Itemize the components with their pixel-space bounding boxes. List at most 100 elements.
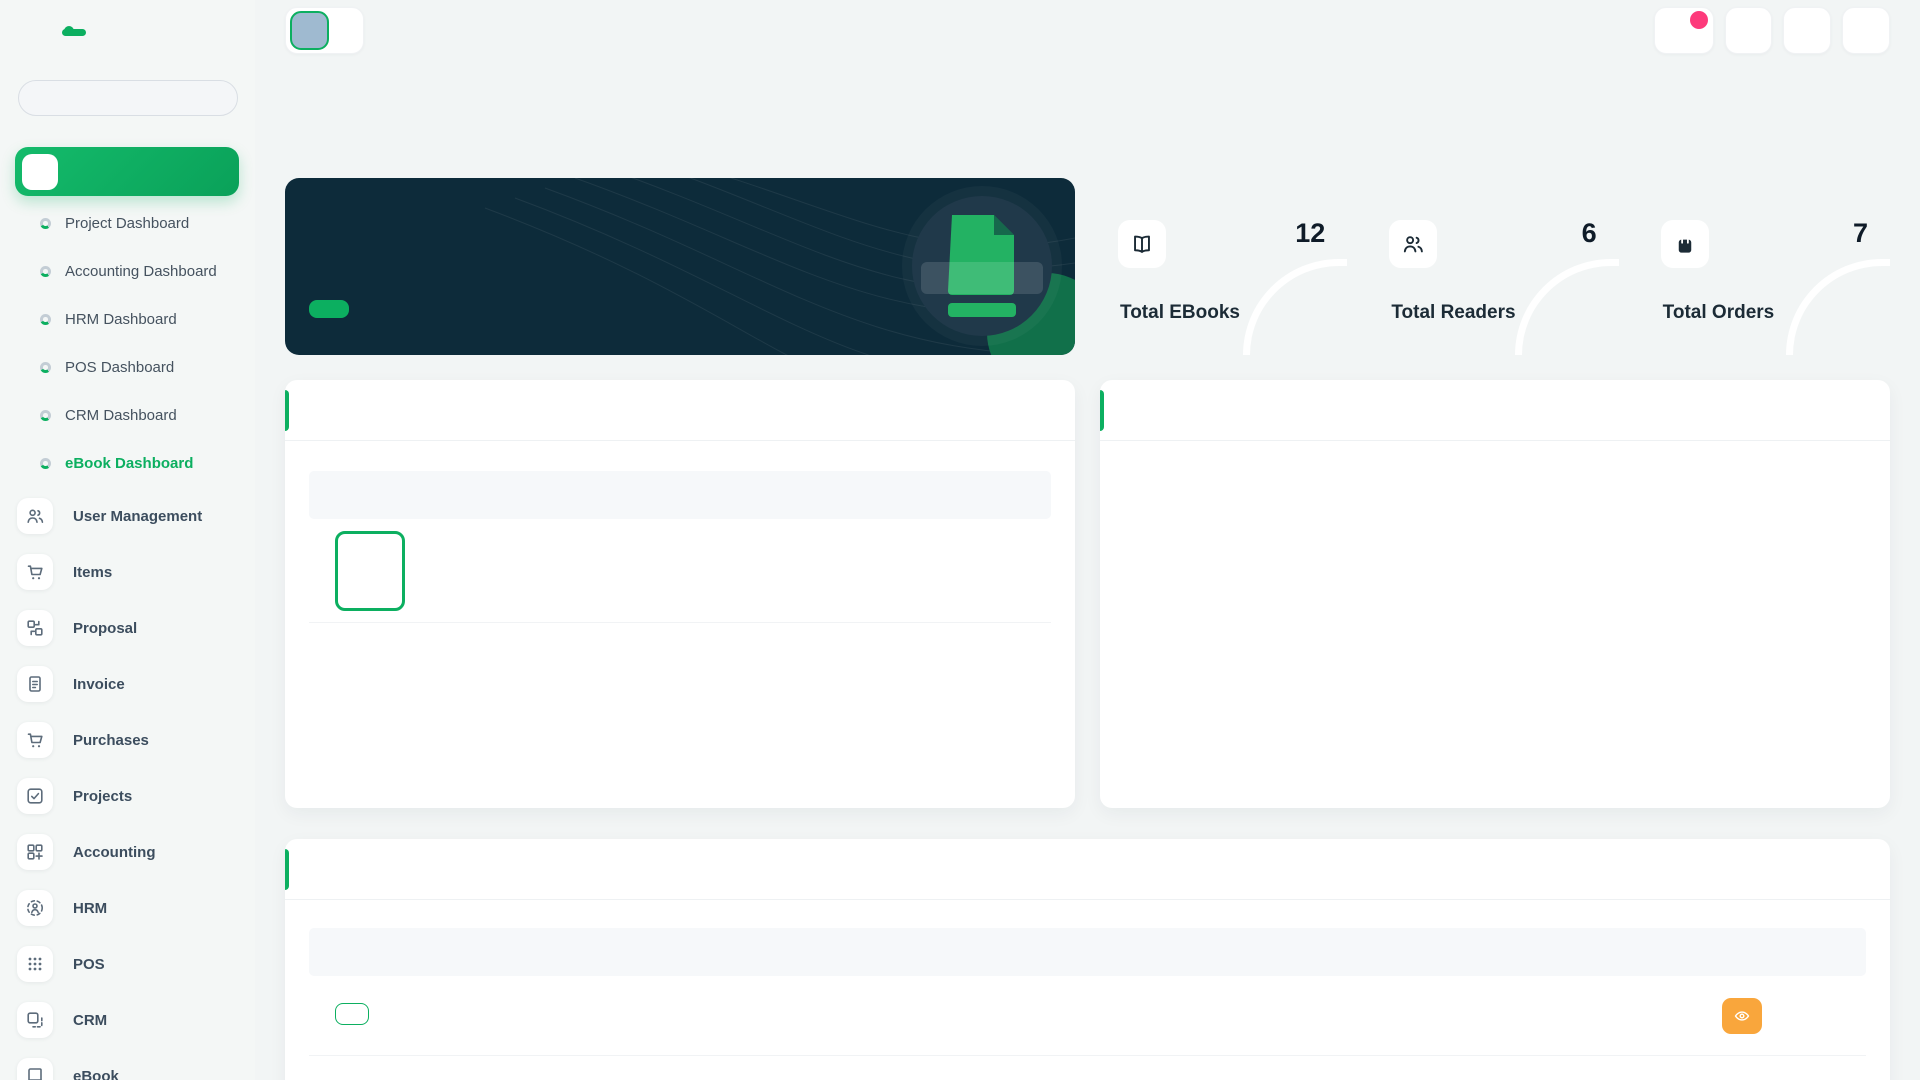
sidebar-item-label: Invoice (73, 676, 125, 693)
sidebar-item[interactable]: Purchases (0, 712, 255, 768)
crm-icon (17, 1002, 53, 1038)
sidebar-subitem[interactable]: eBook Dashboard (0, 439, 255, 487)
ebook-orders-chart-card (1100, 380, 1890, 808)
sidebar-subitem[interactable]: CRM Dashboard (0, 391, 255, 439)
sidebar-item-dashboard[interactable] (15, 147, 239, 196)
eye-icon (1733, 1007, 1751, 1025)
home-icon (22, 154, 58, 190)
stat-corner-shape (1786, 259, 1890, 355)
hrm-icon (17, 890, 53, 926)
sidebar-item[interactable]: POS (0, 936, 255, 992)
accent-bar (285, 390, 289, 431)
top-ebooks-card (285, 380, 1075, 808)
sidebar-subitem[interactable]: HRM Dashboard (0, 295, 255, 343)
workspace-selector[interactable] (285, 7, 364, 54)
sidebar-subitem-label: HRM Dashboard (65, 311, 177, 328)
sidebar-menu: User Management Items Proposal Invoice (0, 488, 255, 1080)
stat-card: 7 Total Orders (1643, 178, 1890, 355)
stat-card: 6 Total Readers (1371, 178, 1618, 355)
purchases-icon (17, 722, 53, 758)
users-icon (1389, 220, 1437, 268)
stat-label: Total Readers (1391, 302, 1515, 324)
card-header (285, 380, 1075, 441)
sidebar-item-label: Items (73, 564, 112, 581)
sidebar-item-label: eBook (73, 1068, 119, 1080)
messages-button[interactable] (1654, 7, 1714, 54)
sidebar-subitem-label: Accounting Dashboard (65, 263, 217, 280)
search-input[interactable] (39, 91, 225, 106)
app-menu-button[interactable] (1783, 7, 1831, 54)
projects-icon (17, 778, 53, 814)
sidebar-subitem-label: eBook Dashboard (65, 455, 193, 472)
decor-blob (1752, 254, 1774, 282)
sidebar-subitem[interactable]: Project Dashboard (0, 199, 255, 247)
decor-blob (1209, 254, 1231, 282)
bullet-donut-icon (40, 458, 51, 469)
table-row (309, 976, 1866, 1056)
card-header (1100, 380, 1890, 441)
store-link-button[interactable] (309, 300, 349, 318)
decor-blob (1174, 220, 1204, 272)
sidebar-subitem-label: CRM Dashboard (65, 407, 177, 424)
stat-label: Total EBooks (1120, 302, 1240, 324)
sidebar-item[interactable]: Invoice (0, 656, 255, 712)
topbar-actions (1654, 7, 1890, 54)
stat-cards: 12 Total EBooks 6 Total Readers 7 Total … (1100, 178, 1890, 355)
accent-bar (1100, 390, 1104, 431)
accounting-icon (17, 834, 53, 870)
sidebar-item[interactable]: Items (0, 544, 255, 600)
sidebar-item[interactable]: Proposal (0, 600, 255, 656)
bullet-donut-icon (40, 266, 51, 277)
stat-label: Total Orders (1663, 302, 1775, 324)
decor-blob (1717, 220, 1747, 272)
sidebar-item-label: POS (73, 956, 105, 973)
sidebar: Project Dashboard Accounting Dashboard H… (0, 0, 255, 1080)
accent-bar (285, 849, 289, 890)
decor-blob (1480, 254, 1502, 282)
sidebar-subitem[interactable]: POS Dashboard (0, 343, 255, 391)
users-icon (17, 498, 53, 534)
stat-card: 12 Total EBooks (1100, 178, 1347, 355)
book-open-icon (1118, 220, 1166, 268)
bullet-donut-icon (40, 218, 51, 229)
sidebar-item-label: HRM (73, 900, 107, 917)
sidebar-item[interactable]: CRM (0, 992, 255, 1048)
language-selector[interactable] (1842, 7, 1890, 54)
recent-orders-table (309, 928, 1866, 1056)
sidebar-search (18, 80, 238, 116)
app-logo[interactable] (64, 26, 86, 36)
create-workspace-button[interactable] (1725, 7, 1772, 54)
stat-corner-shape (1243, 259, 1347, 355)
bullet-donut-icon (40, 362, 51, 373)
sidebar-item-label: Accounting (73, 844, 156, 861)
table-header-row (309, 928, 1866, 976)
sidebar-item[interactable]: HRM (0, 880, 255, 936)
notification-badge (1690, 11, 1708, 29)
emblem-label (921, 262, 1043, 294)
view-order-button[interactable] (1722, 998, 1762, 1034)
sidebar-item[interactable]: User Management (0, 488, 255, 544)
sidebar-item[interactable]: Accounting (0, 824, 255, 880)
sidebar-item-label: Projects (73, 788, 132, 805)
stat-corner-shape (1515, 259, 1619, 355)
sidebar-item-label: Proposal (73, 620, 137, 637)
orders-area-chart (1100, 441, 1890, 808)
topbar (285, 7, 1890, 54)
sidebar-item[interactable]: eBook (0, 1048, 255, 1080)
ebook-icon (17, 1058, 53, 1080)
cart-icon (17, 554, 53, 590)
order-id-link[interactable] (335, 1003, 369, 1025)
table-row (309, 519, 1051, 623)
table-body (309, 519, 1051, 623)
bag-icon (1661, 220, 1709, 268)
sidebar-item[interactable]: Projects (0, 768, 255, 824)
recent-orders-card (285, 839, 1890, 1080)
workspace-avatar-building-icon (290, 11, 329, 50)
workdo-banner (285, 178, 1075, 355)
sidebar-subitem-label: POS Dashboard (65, 359, 174, 376)
sidebar-subitem[interactable]: Accounting Dashboard (0, 247, 255, 295)
stat-value: 6 (1582, 218, 1597, 249)
table-body (309, 976, 1866, 1056)
sidebar-subitem-label: Project Dashboard (65, 215, 189, 232)
sidebar-item-label: Purchases (73, 732, 149, 749)
